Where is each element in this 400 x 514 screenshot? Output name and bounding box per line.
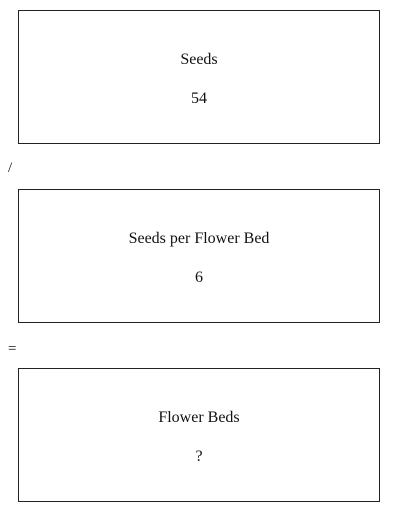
seeds-per-bed-box: Seeds per Flower Bed 6 <box>18 189 380 323</box>
seeds-label: Seeds <box>180 51 218 68</box>
flower-beds-box: Flower Beds ? <box>18 368 380 502</box>
equals-operator: = <box>8 341 17 357</box>
seeds-value: 54 <box>191 90 207 107</box>
divide-operator: / <box>8 160 13 176</box>
seeds-per-bed-value: 6 <box>195 269 203 286</box>
seeds-per-bed-label: Seeds per Flower Bed <box>128 230 270 247</box>
seeds-box: Seeds 54 <box>18 10 380 144</box>
flower-beds-label: Flower Beds <box>158 409 240 426</box>
flower-beds-value: ? <box>195 448 203 465</box>
